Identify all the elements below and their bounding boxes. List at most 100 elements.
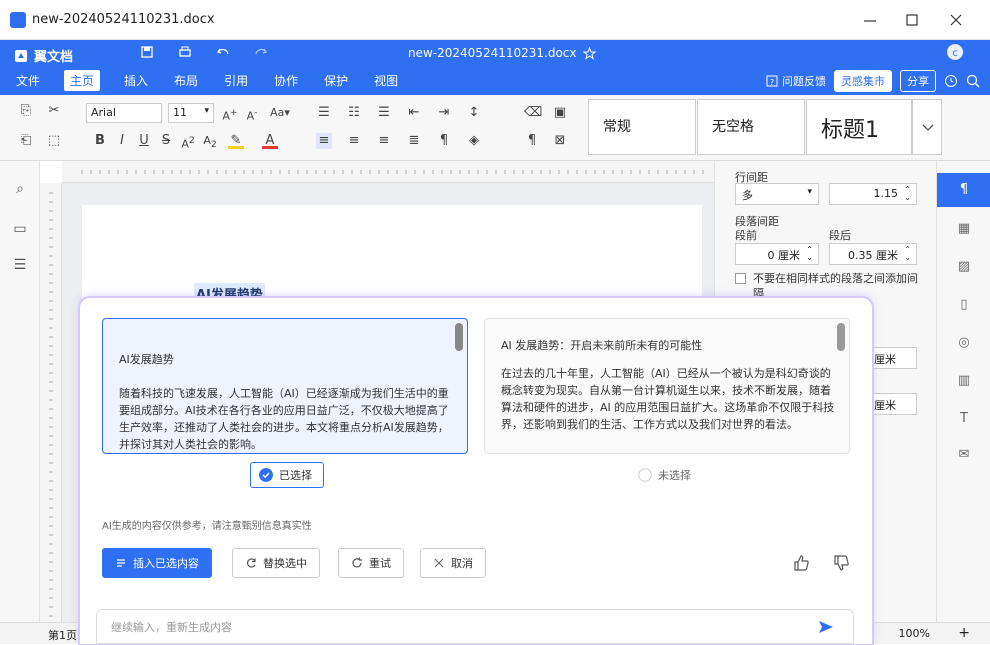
ai-option-b-card[interactable]: AI 发展趋势：开启未来前所未有的可能性 在过去的几十年里，人工智能（AI）已经…	[484, 318, 850, 454]
multilevel-list-icon[interactable]: ☰	[376, 105, 392, 121]
retry-button[interactable]: 重试	[338, 548, 404, 578]
minimize-button[interactable]	[850, 8, 890, 32]
save-icon[interactable]	[140, 45, 154, 59]
no-space-label: 不要在相同样式的段落之间添加间隔	[753, 272, 918, 300]
insert-box-icon[interactable]: ⊠	[552, 133, 568, 149]
line-spacing-mode-select[interactable]: 多 ▾	[735, 183, 819, 205]
after-spacing-stepper[interactable]: 0.35 厘米 ⌃ ⌄	[829, 243, 917, 265]
cancel-button[interactable]: 取消	[420, 548, 486, 578]
change-case-icon[interactable]: Aa▾	[268, 105, 292, 121]
mail-tab-icon[interactable]: ✉	[956, 447, 972, 463]
replace-selection-button[interactable]: 替换选中	[232, 548, 320, 578]
superscript-icon[interactable]: A2	[180, 133, 196, 151]
close-window-button[interactable]	[936, 8, 976, 32]
outline-icon[interactable]: ☰	[12, 257, 28, 273]
user-avatar[interactable]: c	[946, 43, 964, 61]
highlight-icon[interactable]: ✎	[228, 133, 244, 149]
menu-insert[interactable]: 插入	[122, 72, 150, 91]
stepper-icon[interactable]: ⌃ ⌄	[904, 246, 911, 262]
paragraph-tab-icon[interactable]: ¶	[937, 173, 990, 207]
comment-icon[interactable]: ▭	[12, 221, 28, 237]
continue-input[interactable]	[111, 617, 791, 637]
stepper-icon[interactable]: ⌃ ⌄	[806, 246, 813, 262]
align-center-icon[interactable]: ≡	[346, 133, 362, 149]
chart-tab-icon[interactable]: ▥	[956, 373, 972, 389]
justify-icon[interactable]: ≣	[406, 133, 422, 149]
numbering-icon[interactable]: ☷	[346, 105, 362, 121]
shading-icon[interactable]: ◈	[466, 133, 482, 149]
menu-references[interactable]: 引用	[222, 72, 250, 91]
paragraph-mark-icon[interactable]: ¶	[436, 133, 452, 149]
style-no-spacing[interactable]: 无空格	[697, 99, 805, 155]
paragraph-settings-icon[interactable]: ¶	[524, 133, 540, 149]
option-a-selected-toggle[interactable]: 已选择	[250, 462, 324, 488]
style-heading1[interactable]: 标题1	[806, 99, 912, 155]
font-name-select[interactable]: Arial	[86, 103, 162, 123]
italic-icon[interactable]: I	[114, 133, 130, 149]
menu-collaborate[interactable]: 协作	[272, 72, 300, 91]
maximize-button[interactable]	[892, 8, 932, 32]
format-painter-icon[interactable]: ⬚	[46, 133, 62, 149]
underline-icon[interactable]: U	[136, 133, 152, 149]
scrollbar-thumb[interactable]	[455, 323, 463, 351]
line-spacing-icon[interactable]: ↕	[466, 105, 482, 121]
line-spacing-value-stepper[interactable]: 1.15 ⌃ ⌄	[829, 183, 917, 205]
style-normal[interactable]: 常规	[588, 99, 696, 155]
grow-font-icon[interactable]: A+	[222, 105, 238, 123]
menu-view[interactable]: 视图	[372, 72, 400, 91]
increase-indent-icon[interactable]: ⇥	[436, 105, 452, 121]
table-tab-icon[interactable]: ▦	[956, 221, 972, 237]
replace-selection-label: 替换选中	[263, 557, 307, 570]
text-tab-icon[interactable]: T	[956, 411, 972, 427]
clear-format-icon[interactable]: ⌫	[524, 105, 542, 121]
bold-icon[interactable]: B	[92, 133, 108, 149]
feedback-label: 问题反馈	[782, 75, 826, 88]
horizontal-ruler[interactable]	[62, 161, 714, 183]
thumbs-down-icon[interactable]	[832, 554, 850, 572]
styles-expand-button[interactable]	[912, 99, 942, 155]
search-icon[interactable]: ⌕	[12, 181, 28, 197]
page-tab-icon[interactable]: ▯	[956, 297, 972, 313]
send-icon[interactable]	[817, 618, 835, 636]
ai-option-a-card[interactable]: AI发展趋势 随着科技的飞速发展，人工智能（AI）已经逐渐成为我们生活中的重要组…	[102, 318, 468, 454]
image-tab-icon[interactable]: ▨	[956, 259, 972, 275]
share-button[interactable]: 分享	[900, 70, 936, 92]
option-b-select-toggle[interactable]: 未选择	[630, 462, 699, 488]
strikethrough-icon[interactable]: S	[158, 133, 174, 149]
stepper-icon[interactable]: ⌃ ⌄	[904, 186, 911, 202]
subscript-icon[interactable]: A2	[202, 133, 218, 150]
font-color-icon[interactable]: A	[262, 133, 278, 149]
scrollbar-thumb[interactable]	[837, 323, 845, 351]
insert-selected-button[interactable]: 插入已选内容	[102, 548, 212, 578]
font-size-select[interactable]: 11 ▾	[168, 103, 214, 123]
thumbs-up-icon[interactable]	[792, 554, 810, 572]
before-spacing-stepper[interactable]: 0 厘米 ⌃ ⌄	[735, 243, 819, 265]
border-icon[interactable]: ▣	[552, 105, 568, 121]
paste-icon[interactable]: ⎗	[18, 133, 34, 149]
shape-tab-icon[interactable]: ◎	[956, 335, 972, 351]
align-left-icon[interactable]: ≡	[316, 133, 332, 149]
copy-format-icon[interactable]: ⎘	[18, 103, 34, 119]
align-right-icon[interactable]: ≡	[376, 133, 392, 149]
menu-protect[interactable]: 保护	[322, 72, 350, 91]
feedback-button[interactable]: ? 问题反馈	[766, 73, 826, 89]
font-size-value: 11	[173, 106, 187, 119]
search-icon[interactable]	[966, 74, 980, 88]
menu-layout[interactable]: 布局	[172, 72, 200, 91]
bullets-icon[interactable]: ☰	[316, 105, 332, 121]
history-icon[interactable]	[944, 74, 958, 88]
zoom-level[interactable]: 100%	[899, 627, 930, 640]
redo-icon[interactable]	[254, 45, 268, 59]
menu-home[interactable]: 主页	[64, 70, 101, 91]
zoom-in-icon[interactable]: +	[958, 625, 970, 641]
menu-file[interactable]: 文件	[14, 72, 42, 91]
shrink-font-icon[interactable]: A-	[244, 105, 260, 123]
decrease-indent-icon[interactable]: ⇤	[406, 105, 422, 121]
market-button[interactable]: 灵感集市	[834, 70, 892, 92]
undo-icon[interactable]	[216, 45, 230, 59]
no-space-checkbox[interactable]	[735, 273, 746, 284]
star-icon[interactable]	[582, 46, 596, 60]
print-icon[interactable]	[178, 45, 192, 59]
vertical-ruler[interactable]	[40, 183, 62, 623]
cut-icon[interactable]: ✂	[46, 103, 62, 119]
